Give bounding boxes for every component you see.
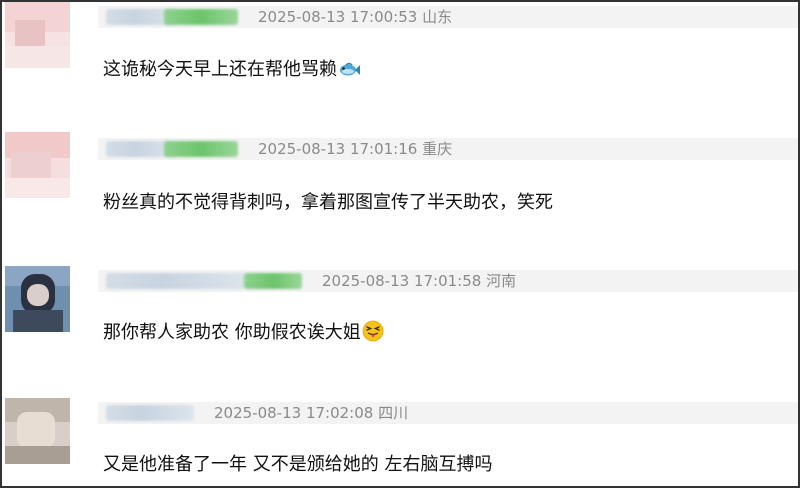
fish-emoji-icon (338, 61, 360, 87)
comment-location: 山东 (422, 8, 453, 26)
comment-location: 河南 (486, 272, 517, 290)
avatar[interactable] (5, 2, 70, 68)
username-blurred[interactable] (106, 405, 194, 421)
username-blurred[interactable] (106, 273, 246, 289)
tongue-out-face-emoji-icon (362, 320, 384, 350)
comment-timestamp: 2025-08-13 17:01:16 重庆 (258, 140, 453, 158)
comment-timestamp: 2025-08-13 17:00:53 山东 (258, 8, 453, 26)
user-badge-blurred (164, 141, 238, 157)
avatar[interactable] (5, 132, 70, 198)
comment-location: 四川 (378, 404, 409, 422)
comment-meta-bar: 2025-08-13 17:02:08 四川 (98, 402, 798, 424)
comment-timestamp: 2025-08-13 17:01:58 河南 (322, 272, 517, 290)
comment-meta-bar: 2025-08-13 17:00:53 山东 (98, 6, 798, 28)
user-badge-blurred (164, 9, 238, 25)
comment-meta-bar: 2025-08-13 17:01:16 重庆 (98, 138, 798, 160)
comment-text: 又是他准备了一年 又不是颁给她的 左右脑互搏吗 (103, 454, 493, 475)
user-badge-blurred (244, 273, 302, 289)
avatar[interactable] (5, 398, 70, 464)
avatar[interactable] (5, 266, 70, 332)
comment-location: 重庆 (422, 140, 453, 158)
comment-meta-bar: 2025-08-13 17:01:58 河南 (98, 270, 798, 292)
comment-text: 粉丝真的不觉得背刺吗，拿着那图宣传了半天助农，笑死 (103, 192, 553, 213)
comment-text: 那你帮人家助农 你助假农诶大姐 (103, 320, 384, 350)
comment-list-panel: 2025-08-13 17:00:53 山东 这诡秘今天早上还在帮他骂赖 202… (0, 0, 800, 488)
comment-text: 这诡秘今天早上还在帮他骂赖 (103, 57, 360, 87)
comment-timestamp: 2025-08-13 17:02:08 四川 (214, 404, 409, 422)
